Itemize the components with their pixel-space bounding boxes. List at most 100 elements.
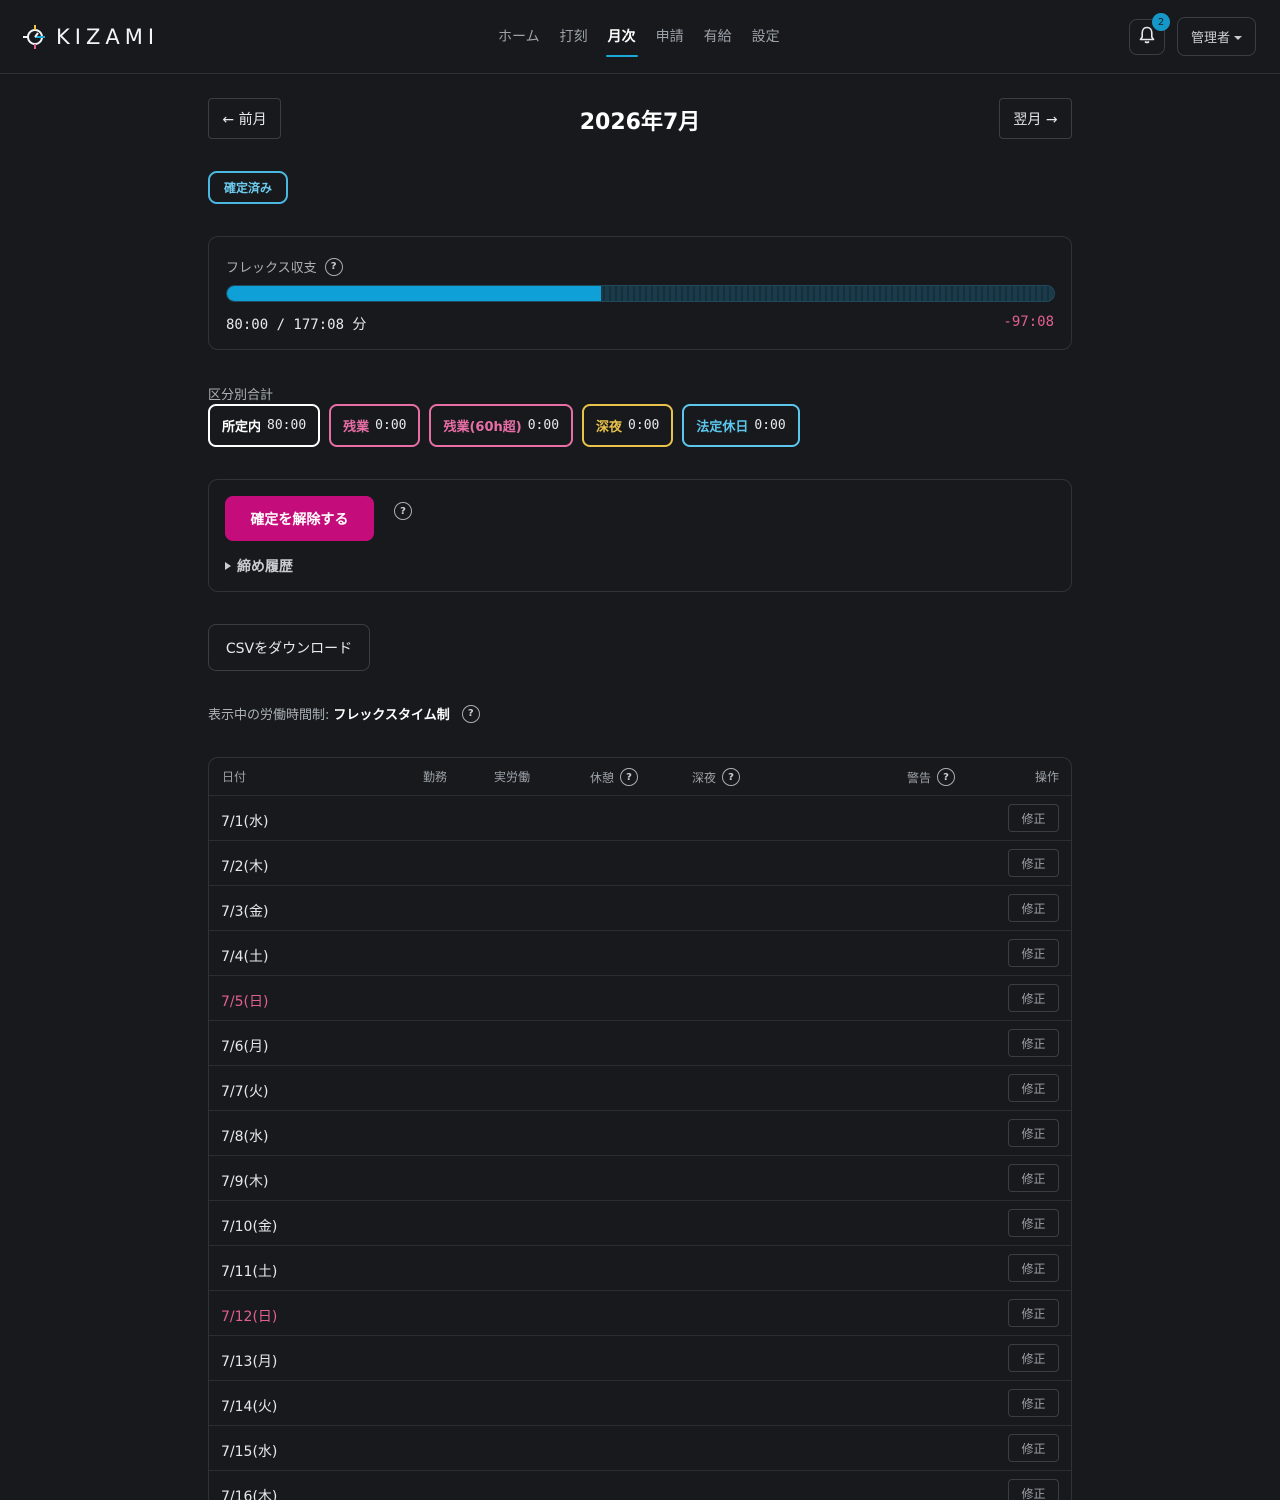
confirm-card: 確定を解除する ? 締め履歴	[208, 479, 1072, 592]
row-date: 7/14(火)	[221, 1399, 278, 1415]
header-date-label: 日付	[222, 770, 247, 784]
edit-button[interactable]: 修正	[1008, 984, 1059, 1012]
table-row: 7/16(木) 修正	[209, 1471, 1071, 1500]
edit-button[interactable]: 修正	[1008, 1254, 1059, 1282]
total-chip-regular: 所定内 80:00	[208, 404, 321, 447]
row-date: 7/2(木)	[221, 859, 269, 875]
header-action-label: 操作	[1035, 770, 1060, 784]
caret-down-icon	[1234, 35, 1242, 40]
notification-count-badge: 2	[1152, 13, 1170, 31]
chip-label: 残業	[343, 420, 370, 435]
row-date: 7/9(木)	[221, 1174, 269, 1190]
category-totals: 所定内 80:00 残業 0:00 残業(60h超) 0:00 深夜 0:00 …	[208, 404, 800, 447]
month-title: 2026年7月	[579, 110, 701, 135]
header-night: 深夜?	[692, 768, 741, 786]
nav-item-punch[interactable]: 打刻	[550, 0, 598, 74]
table-row: 7/11(土) 修正	[209, 1246, 1071, 1291]
chip-label: 深夜	[596, 420, 623, 435]
triangle-right-icon	[225, 562, 231, 570]
chip-label: 法定休日	[696, 420, 749, 435]
edit-button[interactable]: 修正	[1008, 894, 1059, 922]
header-work: 勤務	[423, 768, 447, 785]
nav-item-requests[interactable]: 申請	[646, 0, 694, 74]
row-date: 7/12(日)	[221, 1309, 278, 1325]
edit-button[interactable]: 修正	[1008, 804, 1059, 832]
help-icon[interactable]: ?	[937, 768, 956, 786]
help-icon[interactable]: ?	[324, 257, 343, 276]
csv-download-button[interactable]: CSVをダウンロード	[208, 624, 370, 671]
flex-balance-label: フレックス収支	[226, 261, 317, 276]
table-row: 7/6(月) 修正	[209, 1021, 1071, 1066]
table-row: 7/15(水) 修正	[209, 1426, 1071, 1471]
flex-progress-fill	[227, 286, 601, 301]
category-totals-label: 区分別合計	[208, 388, 274, 403]
bell-icon	[1139, 26, 1155, 48]
edit-button[interactable]: 修正	[1008, 1344, 1059, 1372]
edit-button[interactable]: 修正	[1008, 1119, 1059, 1147]
header-warning-label: 警告	[907, 770, 932, 785]
chip-value: 0:00	[754, 418, 786, 433]
help-icon[interactable]: ?	[394, 502, 412, 520]
total-chip-legal-holiday: 法定休日 0:00	[682, 404, 800, 447]
edit-button[interactable]: 修正	[1008, 1209, 1059, 1237]
help-icon[interactable]: ?	[461, 704, 480, 723]
header-actual-label: 実労働	[494, 770, 531, 784]
header-night-label: 深夜	[692, 770, 717, 785]
row-date: 7/3(金)	[221, 904, 269, 920]
table-row: 7/10(金) 修正	[209, 1201, 1071, 1246]
attendance-table: 日付 勤務 実労働 休憩? 深夜? 警告? 操作 7/1(水) 修正 7/2(木) 修…	[208, 757, 1072, 1500]
header-action: 操作	[1035, 768, 1059, 785]
table-row: 7/2(木) 修正	[209, 841, 1071, 886]
table-header: 日付 勤務 実労働 休憩? 深夜? 警告? 操作	[209, 758, 1071, 796]
flex-progress-bar	[226, 285, 1055, 302]
table-row: 7/4(土) 修正	[209, 931, 1071, 976]
header-actual: 実労働	[494, 768, 530, 785]
chip-label: 所定内	[222, 420, 262, 435]
user-menu-label: 管理者	[1190, 31, 1230, 46]
flex-balance-header: フレックス収支 ?	[226, 257, 343, 276]
work-regime: 表示中の労働時間制: フレックスタイム制 ?	[208, 704, 480, 723]
edit-button[interactable]: 修正	[1008, 1299, 1059, 1327]
flex-balance-card: フレックス収支 ? 80:00 / 177:08 分 -97:08	[208, 236, 1072, 350]
header-date: 日付	[222, 768, 246, 785]
total-chip-overtime: 残業 0:00	[329, 404, 421, 447]
table-row: 7/8(水) 修正	[209, 1111, 1071, 1156]
prev-month-button[interactable]: ← 前月	[208, 98, 281, 139]
user-menu-button[interactable]: 管理者	[1177, 17, 1256, 56]
status-badge: 確定済み	[208, 171, 288, 204]
header-work-label: 勤務	[423, 770, 448, 784]
edit-button[interactable]: 修正	[1008, 1479, 1059, 1500]
row-date: 7/13(月)	[221, 1354, 278, 1370]
help-icon[interactable]: ?	[722, 768, 741, 786]
nav-item-monthly[interactable]: 月次	[598, 0, 646, 74]
edit-button[interactable]: 修正	[1008, 1389, 1059, 1417]
next-month-button[interactable]: 翌月 →	[999, 98, 1072, 139]
nav-item-home[interactable]: ホーム	[488, 0, 550, 74]
flex-balance-diff: -97:08	[1003, 314, 1054, 330]
edit-button[interactable]: 修正	[1008, 1029, 1059, 1057]
table-row: 7/5(日) 修正	[209, 976, 1071, 1021]
table-row: 7/12(日) 修正	[209, 1291, 1071, 1336]
row-date: 7/8(水)	[221, 1129, 269, 1145]
chip-label: 残業(60h超)	[443, 420, 522, 435]
total-chip-overtime-60h: 残業(60h超) 0:00	[429, 404, 574, 447]
logo-mark-icon	[22, 24, 48, 50]
nav-item-settings[interactable]: 設定	[742, 0, 790, 74]
closing-history-toggle[interactable]: 締め履歴	[225, 556, 293, 576]
table-row: 7/1(水) 修正	[209, 796, 1071, 841]
help-icon[interactable]: ?	[620, 768, 639, 786]
edit-button[interactable]: 修正	[1008, 939, 1059, 967]
chip-value: 0:00	[527, 418, 560, 433]
edit-button[interactable]: 修正	[1008, 1164, 1059, 1192]
edit-button[interactable]: 修正	[1008, 1434, 1059, 1462]
header-warning: 警告?	[907, 768, 956, 786]
nav-item-paid-leave[interactable]: 有給	[694, 0, 742, 74]
edit-button[interactable]: 修正	[1008, 849, 1059, 877]
table-row: 7/14(火) 修正	[209, 1381, 1071, 1426]
table-row: 7/7(火) 修正	[209, 1066, 1071, 1111]
top-header: KIZAMI ホーム 打刻 月次 申請 有給 設定 2 管理者	[0, 0, 1280, 74]
unconfirm-button[interactable]: 確定を解除する	[225, 496, 374, 541]
brand-logo[interactable]: KIZAMI	[22, 24, 159, 50]
edit-button[interactable]: 修正	[1008, 1074, 1059, 1102]
chip-value: 80:00	[267, 418, 307, 433]
